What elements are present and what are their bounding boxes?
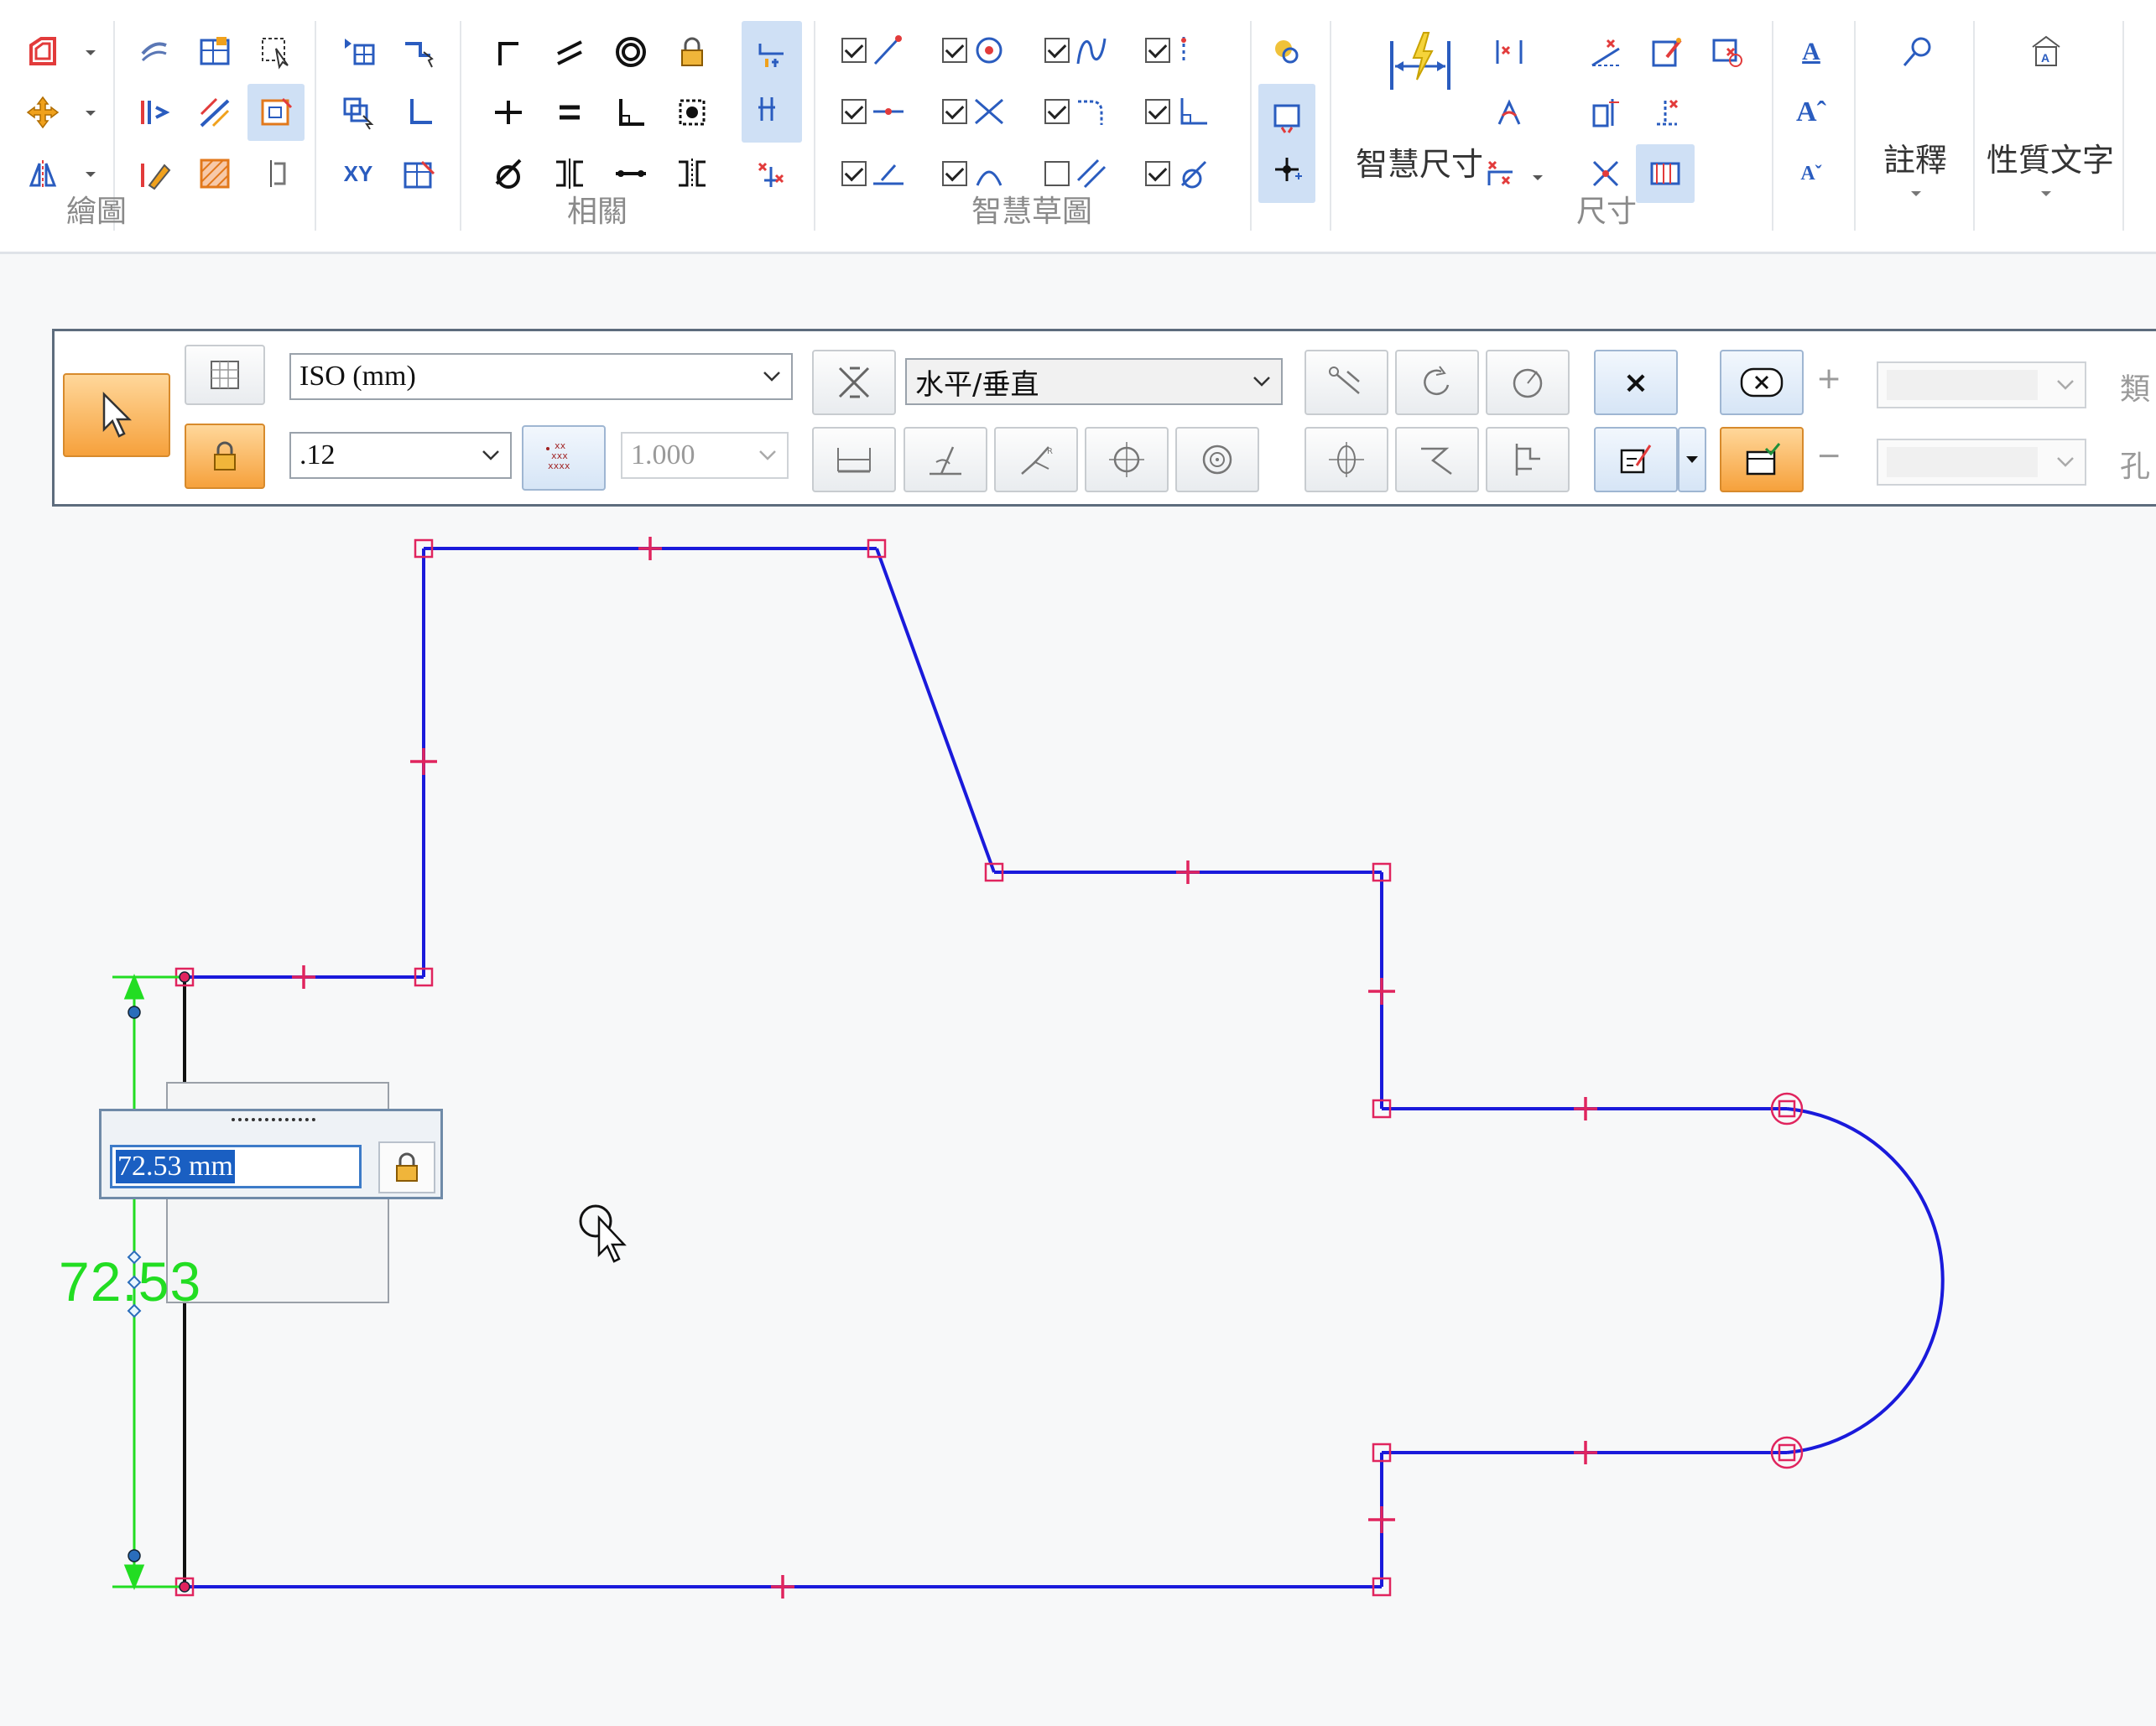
midpoint-marker: [1176, 860, 1200, 884]
midpoint-marker: [1368, 1506, 1395, 1533]
dimension-input-value: 72.53 mm: [116, 1150, 235, 1183]
sketch-profile[interactable]: [185, 547, 1945, 1588]
midpoint-marker: [771, 1575, 794, 1599]
midpoint-marker: [1574, 1097, 1597, 1120]
midpoint-marker: [638, 537, 662, 560]
midpoint-marker: [292, 965, 315, 989]
keypoints: [174, 538, 1804, 1597]
lock-icon: [396, 1152, 418, 1182]
sketch-line: [875, 548, 996, 873]
lock-dimension-toggle[interactable]: [378, 1141, 435, 1193]
arrowhead: [123, 973, 145, 1000]
dimension-edit-box: 72.53 mm: [99, 1109, 443, 1199]
arrowhead: [123, 1564, 145, 1591]
midpoints: [292, 537, 1597, 1599]
sketch-arc: [1786, 1107, 1945, 1454]
sketch-canvas[interactable]: [0, 0, 2156, 1726]
midpoint-marker: [1574, 1441, 1597, 1464]
drag-handle[interactable]: [232, 1118, 315, 1126]
dimension-value-text[interactable]: 72.53: [59, 1250, 201, 1313]
midpoint-marker: [410, 748, 437, 775]
mouse-cursor-icon: [579, 1204, 627, 1263]
dimension-value-input[interactable]: 72.53 mm: [110, 1145, 362, 1188]
midpoint-marker: [1368, 978, 1395, 1005]
